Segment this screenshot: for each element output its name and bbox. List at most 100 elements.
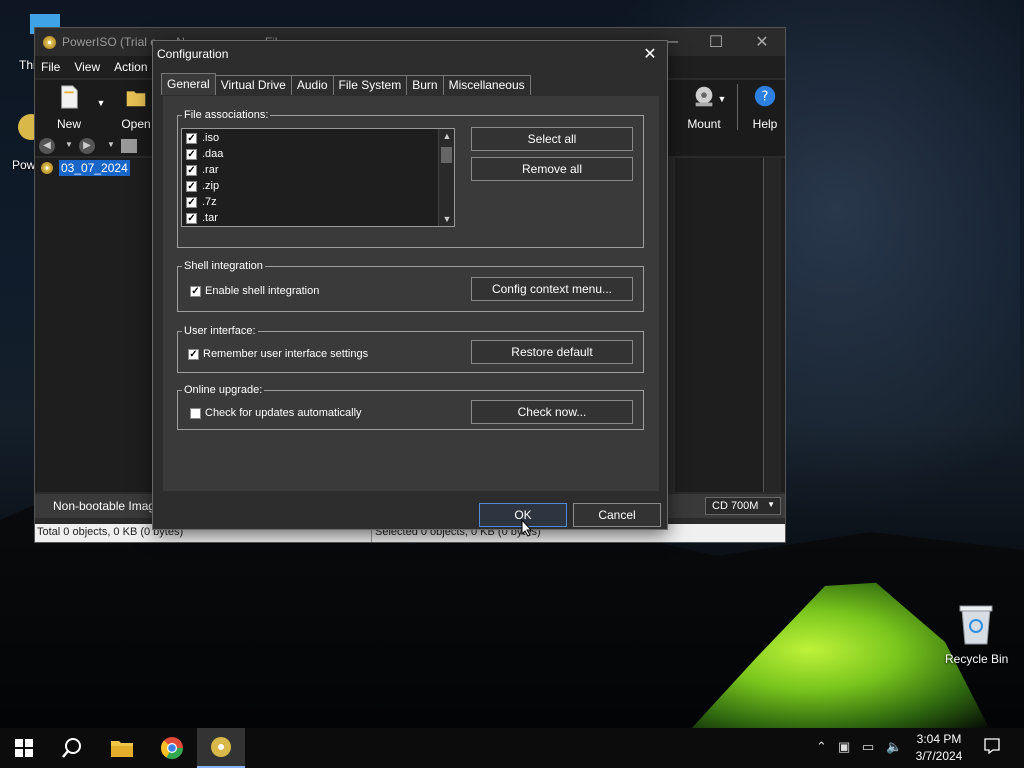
toolbar-divider — [737, 84, 738, 130]
check-updates-checkbox[interactable]: Check for updates automatically — [190, 407, 362, 419]
list-item[interactable]: ✓ .7z — [186, 194, 217, 210]
tab-virtual-drive[interactable]: Virtual Drive — [214, 75, 292, 95]
volume-muted-icon[interactable]: 🔈 — [886, 739, 902, 755]
new-dropdown-arrow[interactable]: ▼ — [95, 98, 107, 108]
clock-time: 3:04 PM — [916, 732, 962, 746]
tree-item-root[interactable]: 03_07_2024 — [41, 160, 130, 176]
menu-file[interactable]: File — [41, 60, 60, 74]
checkbox-icon: ✓ — [186, 180, 197, 192]
forward-dropdown-arrow[interactable]: ▼ — [107, 140, 115, 149]
notifications-icon[interactable] — [983, 737, 1001, 758]
boot-label: Non-bootable Image — [53, 499, 162, 513]
help-button[interactable]: ? Help — [747, 84, 783, 131]
file-associations-legend: File associations: — [184, 109, 269, 121]
mount-disc-icon — [695, 86, 713, 107]
media-size-select[interactable]: CD 700M ▼ — [705, 497, 781, 515]
remember-ui-settings-checkbox[interactable]: ✓ Remember user interface settings — [188, 348, 368, 360]
desktop-icon-recycle-bin[interactable]: Recycle Bin — [940, 600, 1012, 670]
back-icon[interactable]: ◀ — [39, 138, 55, 154]
svg-text:?: ? — [762, 90, 769, 105]
list-item[interactable]: ✓ .tar — [186, 210, 218, 226]
remove-all-button[interactable]: Remove all — [471, 157, 633, 181]
checkbox-label: Enable shell integration — [205, 285, 320, 297]
help-label: Help — [752, 117, 778, 131]
mount-button[interactable]: Mount — [681, 84, 727, 131]
tab-miscellaneous[interactable]: Miscellaneous — [442, 75, 531, 95]
user-interface-legend: User interface: — [184, 325, 256, 337]
select-all-button[interactable]: Select all — [471, 127, 633, 151]
chrome-icon — [161, 737, 183, 759]
checkbox-label: Remember user interface settings — [203, 348, 369, 360]
tab-general[interactable]: General — [161, 73, 216, 95]
configuration-dialog: Configuration ✕ General Virtual Drive Au… — [152, 40, 668, 530]
tab-burn[interactable]: Burn — [406, 75, 444, 95]
open-label: Open — [121, 117, 151, 131]
poweriso-disc-icon — [211, 737, 231, 757]
checkbox-icon: ✓ — [188, 348, 199, 360]
media-size-value: CD 700M — [712, 500, 759, 512]
new-file-icon — [61, 85, 78, 109]
notification-bubble-icon — [984, 738, 1000, 755]
cancel-button[interactable]: Cancel — [573, 503, 661, 527]
tab-audio[interactable]: Audio — [290, 75, 334, 95]
forward-icon[interactable]: ▶ — [79, 138, 95, 154]
mouse-cursor-icon — [521, 519, 533, 537]
window-title: PowerISO (Trial c — [62, 35, 157, 49]
start-button[interactable] — [0, 728, 48, 768]
file-associations-list[interactable]: ✓ .iso ✓ .daa ✓ .rar ✓ .zip ✓ .7z ✓ .tar ▲ ▼ — [181, 128, 455, 227]
app-icon — [43, 35, 56, 49]
folder-tree: 03_07_2024 — [35, 158, 153, 492]
poweriso-taskbar-button[interactable] — [197, 728, 245, 768]
up-folder-icon[interactable] — [121, 139, 137, 153]
clock-date: 3/7/2024 — [915, 749, 963, 763]
list-scrollbar[interactable] — [763, 158, 781, 492]
back-dropdown-arrow[interactable]: ▼ — [65, 140, 73, 149]
folder-icon — [111, 741, 133, 757]
scroll-thumb[interactable] — [441, 147, 452, 163]
network-icon[interactable]: ▭ — [862, 739, 874, 755]
checkbox-icon: ✓ — [186, 132, 197, 144]
restore-default-button[interactable]: Restore default — [471, 340, 633, 364]
close-window-button[interactable]: ✕ — [739, 28, 785, 56]
scroll-up-icon[interactable]: ▲ — [439, 129, 454, 143]
checkbox-icon: ✓ — [186, 212, 197, 224]
scroll-down-icon[interactable]: ▼ — [439, 212, 454, 226]
dialog-title: Configuration — [153, 41, 667, 67]
maximize-button[interactable]: ☐ — [693, 28, 739, 56]
show-hidden-icons[interactable]: ⌃ — [816, 739, 827, 755]
search-button[interactable] — [48, 728, 96, 768]
mount-dropdown-arrow[interactable]: ▼ — [717, 94, 727, 104]
disc-icon — [41, 162, 53, 174]
chevron-down-icon: ▼ — [767, 500, 775, 509]
tab-file-system[interactable]: File System — [332, 75, 408, 95]
list-scrollbar[interactable]: ▲ ▼ — [438, 129, 454, 226]
checkbox-icon — [190, 407, 201, 419]
menu-view[interactable]: View — [74, 60, 100, 74]
desktop-icon-label: Recycle Bin — [945, 652, 1009, 666]
menu-action[interactable]: Action — [114, 60, 147, 74]
list-item[interactable]: ✓ .zip — [186, 178, 219, 194]
check-now-button[interactable]: Check now... — [471, 400, 633, 424]
tree-item-label: 03_07_2024 — [59, 160, 130, 176]
system-clock[interactable]: 3:04 PM 3/7/2024 — [908, 731, 970, 765]
list-item[interactable]: ✓ .iso — [186, 130, 219, 146]
new-button[interactable]: New — [47, 84, 91, 131]
checkbox-icon: ✓ — [186, 196, 197, 208]
open-button[interactable]: Open — [119, 84, 153, 131]
chrome-button[interactable] — [148, 728, 196, 768]
file-explorer-button[interactable] — [98, 728, 146, 768]
list-item[interactable]: ✓ .daa — [186, 146, 223, 162]
file-list-pane — [675, 158, 785, 492]
shell-integration-legend: Shell integration — [184, 260, 263, 272]
help-icon: ? — [754, 85, 776, 107]
new-label: New — [56, 117, 81, 131]
enable-shell-integration-checkbox[interactable]: ✓ Enable shell integration — [190, 285, 319, 297]
taskbar: ⌃ ▣ ▭ 🔈 3:04 PM 3/7/2024 — [0, 728, 1024, 768]
checkbox-icon: ✓ — [186, 148, 197, 160]
mount-label: Mount — [687, 117, 721, 131]
config-context-menu-button[interactable]: Config context menu... — [471, 277, 633, 301]
close-icon[interactable]: ✕ — [639, 43, 661, 65]
security-tray-icon[interactable]: ▣ — [838, 739, 850, 755]
list-item[interactable]: ✓ .rar — [186, 162, 219, 178]
checkbox-icon: ✓ — [186, 164, 197, 176]
